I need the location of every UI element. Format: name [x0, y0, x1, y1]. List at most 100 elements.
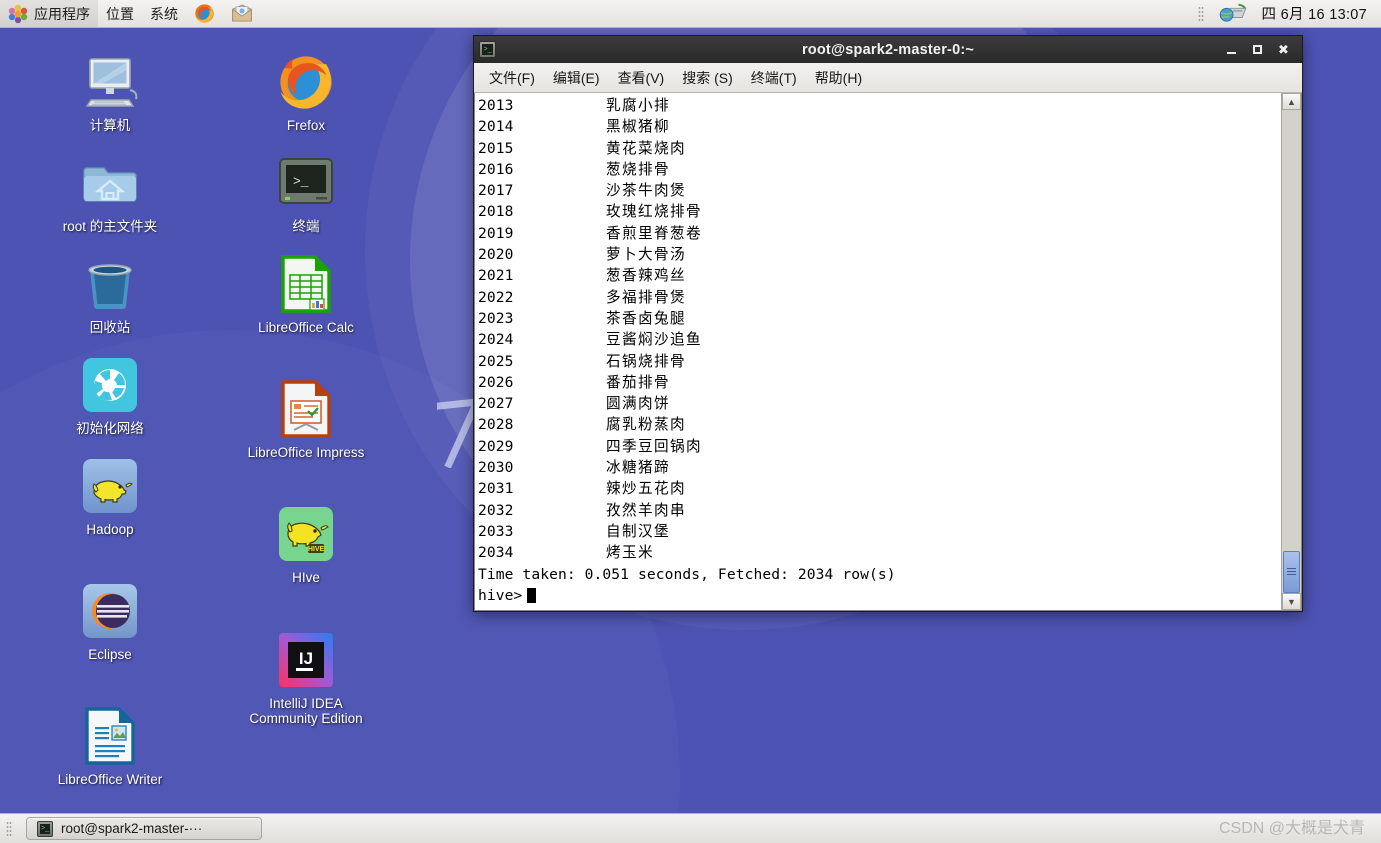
desktop-icon-hadoop[interactable]: Hadoop — [20, 454, 200, 537]
menu-item-file[interactable]: 文件(F) — [480, 65, 544, 91]
menu-item-help[interactable]: 帮助(H) — [806, 65, 871, 91]
terminal-scrollbar[interactable]: ▲ ▼ — [1281, 93, 1301, 610]
home-folder-icon — [78, 151, 142, 215]
terminal-row-id: 2021 — [478, 267, 514, 285]
desktop-icon-home[interactable]: root 的主文件夹 — [20, 151, 200, 234]
terminal-row-name: 萝卜大骨汤 — [606, 246, 686, 264]
network-icon — [1219, 3, 1247, 22]
desktop-icon-trash-label: 回收站 — [89, 320, 131, 335]
terminal-row: 2028 腐乳粉蒸肉 — [478, 414, 1281, 435]
menu-places[interactable]: 位置 — [98, 0, 142, 27]
terminal-title-bar[interactable]: >_ root@spark2-master-0:~ ✖ — [474, 36, 1302, 63]
desktop-icon-computer-label: 计算机 — [89, 118, 131, 133]
terminal-body[interactable]: 2013 乳腐小排 2014 黑椒猪柳 2015 黄花菜烧肉 2016 葱烧排骨 2017 沙茶牛… — [474, 93, 1302, 611]
svg-text:IJ: IJ — [299, 649, 313, 668]
menu-system[interactable]: 系统 — [142, 0, 186, 27]
maximize-icon[interactable] — [1250, 42, 1265, 57]
terminal-row: 2021 葱香辣鸡丝 — [478, 265, 1281, 286]
close-icon[interactable]: ✖ — [1276, 42, 1291, 57]
terminal-row: 2020 萝卜大骨汤 — [478, 244, 1281, 265]
terminal-row: 2026 番茄排骨 — [478, 372, 1281, 393]
menu-applications[interactable]: 应用程序 — [0, 0, 98, 27]
terminal-row-name: 腐乳粉蒸肉 — [606, 416, 686, 434]
menu-item-terminal[interactable]: 终端(T) — [742, 65, 806, 91]
terminal-row: 2018 玫瑰红烧排骨 — [478, 201, 1281, 222]
launcher-mail[interactable] — [223, 0, 261, 27]
launcher-firefox[interactable] — [186, 0, 223, 27]
desktop-icon-intellij-label: IntelliJ IDEA Community Edition — [249, 696, 363, 727]
tray-network[interactable] — [1218, 1, 1248, 26]
terminal-row-id: 2018 — [478, 203, 514, 221]
panel-menu-group: 应用程序 位置 系统 — [0, 0, 261, 27]
terminal-prompt: hive> — [478, 586, 523, 604]
firefox-icon — [195, 4, 214, 23]
terminal-row: 2013 乳腐小排 — [478, 95, 1281, 116]
desktop-icon-calc[interactable]: LibreOffice Calc — [216, 252, 396, 335]
terminal-row-id: 2017 — [478, 182, 514, 200]
terminal-row-id: 2032 — [478, 501, 514, 519]
terminal-row-id: 2034 — [478, 544, 514, 562]
terminal-row: 2019 香煎里脊葱卷 — [478, 223, 1281, 244]
menu-item-search[interactable]: 搜索 (S) — [673, 65, 742, 91]
desktop-icon-intellij[interactable]: IJ IntelliJ IDEA Community Edition — [216, 628, 396, 726]
desktop-icon-impress[interactable]: LibreOffice Impress — [216, 377, 396, 460]
terminal-row-name: 玫瑰红烧排骨 — [606, 203, 702, 221]
terminal-row-name: 辣炒五花肉 — [606, 480, 686, 498]
terminal-row-id: 2014 — [478, 118, 514, 136]
terminal-row-id: 2025 — [478, 352, 514, 370]
terminal-row-name: 石锅烧排骨 — [606, 352, 686, 370]
desktop-icon-eclipse[interactable]: Eclipse — [20, 579, 200, 662]
desktop-icon-hive[interactable]: HIVE HIve — [216, 502, 396, 585]
taskbar-item-terminal[interactable]: >_ root@spark2-master-··· — [26, 817, 262, 840]
scrollbar-track[interactable] — [1282, 110, 1301, 593]
terminal-row: 2029 四季豆回锅肉 — [478, 436, 1281, 457]
desktop-icon-writer-label: LibreOffice Writer — [57, 772, 163, 787]
libreoffice-impress-icon — [274, 377, 338, 441]
desktop-icon-network-init[interactable]: 初始化网络 — [20, 353, 200, 436]
desktop-icon-home-label: root 的主文件夹 — [62, 219, 158, 234]
terminal-row-id: 2015 — [478, 139, 514, 157]
desktop-icon-network-init-label: 初始化网络 — [76, 421, 144, 436]
menu-item-edit[interactable]: 编辑(E) — [544, 65, 609, 91]
terminal-row-name: 黄花菜烧肉 — [606, 139, 686, 157]
terminal-row-name: 香煎里脊葱卷 — [606, 224, 702, 242]
terminal-row: 2031 辣炒五花肉 — [478, 478, 1281, 499]
applications-icon — [8, 4, 28, 23]
desktop-icon-firefox[interactable]: Frefox — [216, 50, 396, 133]
terminal-output[interactable]: 2013 乳腐小排 2014 黑椒猪柳 2015 黄花菜烧肉 2016 葱烧排骨 2017 沙茶牛… — [475, 93, 1281, 610]
desktop-icon-writer[interactable]: LibreOffice Writer — [20, 704, 200, 787]
libreoffice-calc-icon — [274, 252, 338, 316]
terminal-row-id: 2031 — [478, 480, 514, 498]
intellij-idea-icon: IJ — [274, 628, 338, 692]
panel-clock[interactable]: 四 6月 16 13:07 — [1262, 3, 1367, 24]
terminal-menu-bar: 文件(F) 编辑(E) 查看(V) 搜索 (S) 终端(T) 帮助(H) — [474, 63, 1302, 93]
desktop-icon-trash[interactable]: 回收站 — [20, 252, 200, 335]
terminal-title: root@spark2-master-0:~ — [801, 41, 975, 58]
scrollbar-thumb[interactable] — [1283, 551, 1300, 593]
terminal-row: 2030 冰糖猪蹄 — [478, 457, 1281, 478]
minimize-icon[interactable] — [1224, 42, 1239, 57]
terminal-row-id: 2022 — [478, 288, 514, 306]
hadoop-icon — [78, 454, 142, 518]
terminal-prompt-line[interactable]: hive> — [478, 585, 1281, 606]
svg-text:>_: >_ — [293, 174, 309, 189]
terminal-row: 2027 圆满肉饼 — [478, 393, 1281, 414]
terminal-row-id: 2016 — [478, 160, 514, 178]
menu-places-label: 位置 — [106, 5, 134, 22]
terminal-row-id: 2026 — [478, 373, 514, 391]
window-controls: ✖ — [1224, 42, 1297, 57]
trash-icon — [78, 252, 142, 316]
watermark: CSDN @大概是犬青 — [1218, 820, 1365, 837]
desktop-icon-grid: 计算机 Frefox root 的主文件夹 >_ 终端 回收站 LibreOff… — [0, 28, 420, 843]
menu-item-view[interactable]: 查看(V) — [609, 65, 674, 91]
menu-system-label: 系统 — [150, 5, 178, 22]
scroll-up-icon[interactable]: ▲ — [1282, 93, 1301, 110]
terminal-window[interactable]: >_ root@spark2-master-0:~ ✖ 文件(F) 编辑(E) … — [473, 35, 1303, 612]
scroll-down-icon[interactable]: ▼ — [1282, 593, 1301, 610]
desktop-icon-impress-label: LibreOffice Impress — [247, 445, 365, 460]
computer-icon — [78, 50, 142, 114]
desktop-icon-terminal[interactable]: >_ 终端 — [216, 151, 396, 234]
desktop-icon-computer[interactable]: 计算机 — [20, 50, 200, 133]
desktop-icon-hadoop-label: Hadoop — [86, 522, 134, 537]
terminal-row-id: 2030 — [478, 459, 514, 477]
